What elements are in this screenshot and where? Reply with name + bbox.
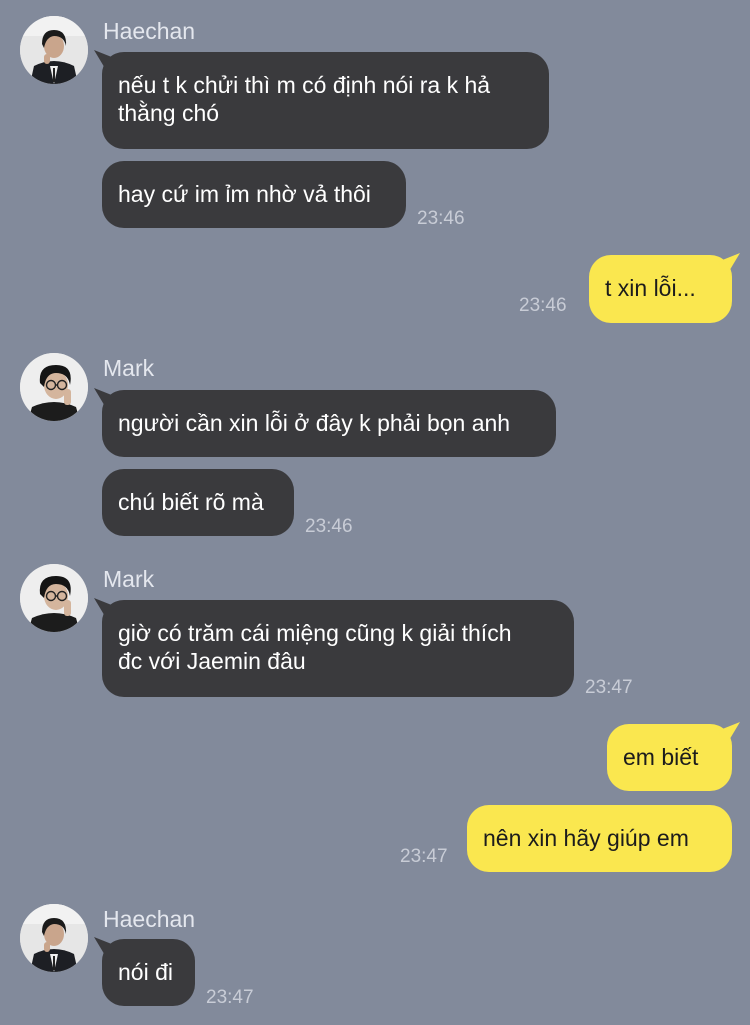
mark-avatar[interactable] <box>20 564 88 632</box>
haechan-avatar-image <box>20 904 88 972</box>
incoming-message-bubble[interactable]: giờ có trăm cái miệng cũng k giải thích … <box>102 600 574 697</box>
outgoing-message-bubble[interactable]: em biết <box>607 724 732 791</box>
message-timestamp: 23:46 <box>417 208 465 229</box>
incoming-message-bubble[interactable]: hay cứ im ỉm nhờ vả thôi <box>102 161 406 228</box>
message-timestamp: 23:46 <box>519 295 567 316</box>
message-timestamp: 23:46 <box>305 516 353 537</box>
sender-name: Mark <box>103 355 155 381</box>
haechan-avatar-image <box>20 16 88 84</box>
message-timestamp: 23:47 <box>585 677 633 698</box>
message-timestamp: 23:47 <box>400 846 448 867</box>
chat-view[interactable]: Haechan nếu t k chửi thì m có định nói r… <box>0 0 750 1025</box>
sender-name: Haechan <box>103 18 196 44</box>
mark-avatar-image <box>20 564 88 632</box>
sender-name: Mark <box>103 566 155 592</box>
message-timestamp: 23:47 <box>206 987 254 1008</box>
incoming-message-bubble[interactable]: chú biết rõ mà <box>102 469 294 536</box>
incoming-message-bubble[interactable]: người cần xin lỗi ở đây k phải bọn anh <box>102 390 556 457</box>
haechan-avatar[interactable] <box>20 904 88 972</box>
incoming-message-bubble[interactable]: nếu t k chửi thì m có định nói ra k hả t… <box>102 52 549 149</box>
mark-avatar[interactable] <box>20 353 88 421</box>
outgoing-message-bubble[interactable]: nên xin hãy giúp em <box>467 805 732 872</box>
sender-name: Haechan <box>103 906 196 932</box>
haechan-avatar[interactable] <box>20 16 88 84</box>
mark-avatar-image <box>20 353 88 421</box>
outgoing-message-bubble[interactable]: t xin lỗi... <box>589 255 732 323</box>
incoming-message-bubble[interactable]: nói đi <box>102 939 195 1006</box>
